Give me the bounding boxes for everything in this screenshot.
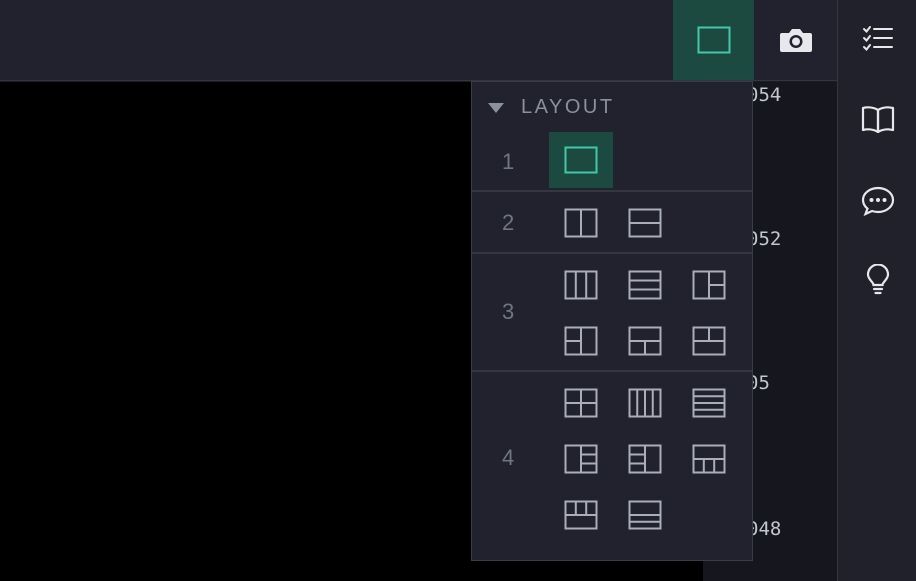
row-count-label: 4 [502, 445, 515, 470]
layout-button[interactable] [673, 0, 754, 80]
layout-option-4-top-main[interactable] [677, 431, 741, 487]
lightbulb-icon [866, 264, 889, 295]
right-sidebar [837, 0, 916, 581]
camera-icon [780, 29, 812, 52]
left-main-right-three-icon [564, 444, 598, 474]
four-rows-icon [692, 388, 726, 418]
top-toolbar [0, 0, 838, 81]
chat-icon [861, 186, 894, 216]
row-count-label: 2 [502, 210, 515, 235]
layout-row-4: 4 [472, 372, 752, 544]
layout-option-4-grid[interactable] [549, 375, 613, 431]
left-main-right-split-icon [692, 270, 726, 300]
layout-option-3-bottom-main[interactable] [677, 313, 741, 369]
layout-option-4-top-main-rows[interactable] [613, 487, 677, 543]
layout-option-4-rows[interactable] [677, 375, 741, 431]
layout-row-2: 2 [472, 192, 752, 254]
four-columns-icon [628, 388, 662, 418]
row-count-label: 1 [502, 149, 515, 174]
layout-option-1x1[interactable] [549, 132, 613, 188]
tips-button[interactable] [838, 250, 916, 310]
layout-option-3-left-main[interactable] [677, 257, 741, 313]
left-three-right-main-icon [628, 444, 662, 474]
layout-title: LAYOUT [521, 96, 615, 118]
layout-option-4-left-main[interactable] [549, 431, 613, 487]
layout-option-2-rows[interactable] [613, 195, 677, 251]
top-split-bottom-main-icon [692, 326, 726, 356]
quad-grid-icon [564, 388, 598, 418]
layout-option-3-right-main[interactable] [549, 313, 613, 369]
top-main-bottom-three-icon [692, 444, 726, 474]
book-icon [861, 106, 894, 133]
top-three-bottom-main-icon [564, 500, 598, 530]
checklist-icon [862, 26, 893, 51]
three-rows-icon [628, 270, 662, 300]
single-pane-icon [564, 146, 598, 174]
left-split-right-main-icon [564, 326, 598, 356]
three-columns-icon [564, 270, 598, 300]
layout-section-header[interactable]: LAYOUT [472, 82, 752, 132]
single-pane-icon [697, 26, 730, 54]
screenshot-button[interactable] [755, 0, 837, 80]
two-rows-icon [628, 208, 662, 238]
layout-dropdown: LAYOUT 1 2 3 4 [471, 81, 753, 561]
feedback-button[interactable] [838, 171, 916, 231]
layout-row-1: 1 [472, 132, 752, 192]
layout-option-3-top-main[interactable] [613, 313, 677, 369]
checklist-button[interactable] [838, 8, 916, 68]
layout-option-4-columns[interactable] [613, 375, 677, 431]
top-main-bottom-split-icon [628, 326, 662, 356]
layout-row-3: 3 [472, 254, 752, 372]
two-columns-icon [564, 208, 598, 238]
layout-option-4-bottom-main[interactable] [549, 487, 613, 543]
layout-option-3-rows[interactable] [613, 257, 677, 313]
layout-option-3-columns[interactable] [549, 257, 613, 313]
row-count-label: 3 [502, 299, 515, 324]
documentation-button[interactable] [838, 89, 916, 149]
caret-down-icon [488, 103, 504, 113]
layout-option-2-columns[interactable] [549, 195, 613, 251]
layout-option-4-right-main[interactable] [613, 431, 677, 487]
top-main-bottom-rows-icon [628, 500, 662, 530]
